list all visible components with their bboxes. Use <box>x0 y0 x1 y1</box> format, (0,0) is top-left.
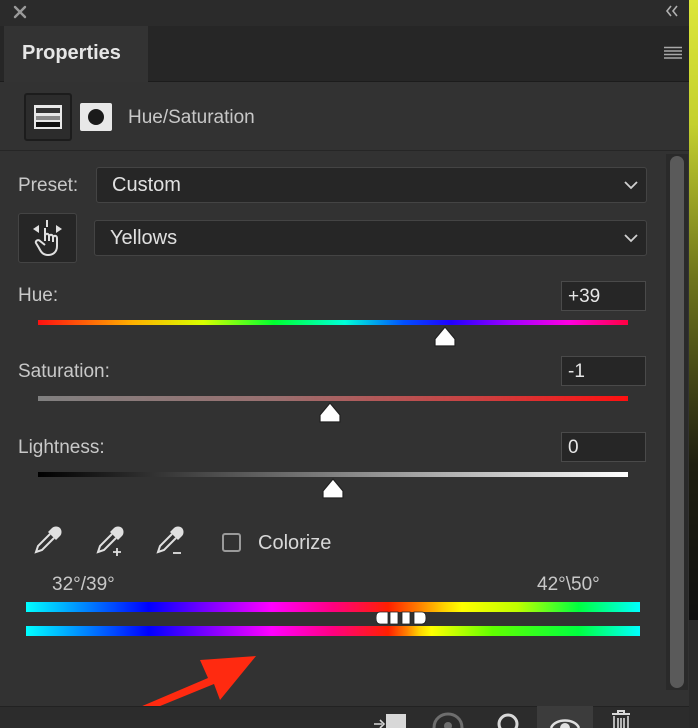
saturation-slider-thumb[interactable] <box>318 402 342 424</box>
preset-dropdown[interactable]: Custom <box>96 167 647 203</box>
scroll-thumb[interactable] <box>670 156 684 688</box>
saturation-label: Saturation: <box>18 361 110 382</box>
hamburger-menu-icon[interactable] <box>663 46 683 60</box>
toggle-visibility-button[interactable] <box>537 706 593 728</box>
channel-value: Yellows <box>110 227 178 249</box>
chevron-down-icon <box>624 181 638 190</box>
targeted-adjustment-button[interactable] <box>18 213 77 263</box>
canvas-edge <box>689 0 698 620</box>
range-right-value: 42°\50° <box>537 574 600 595</box>
saturation-input[interactable]: -1 <box>561 356 646 386</box>
input-color-bar <box>26 602 640 612</box>
preset-value: Custom <box>112 174 181 196</box>
hue-saturation-layer-icon[interactable] <box>24 93 72 141</box>
lightness-input[interactable]: 0 <box>561 432 646 462</box>
range-left-value: 32°/39° <box>52 574 115 595</box>
eyedropper-add-icon[interactable] <box>92 524 126 558</box>
reset-icon[interactable] <box>494 710 522 728</box>
hue-slider-thumb[interactable] <box>433 326 457 348</box>
adjustment-title: Hue/Saturation <box>128 107 255 128</box>
close-icon[interactable] <box>12 4 28 20</box>
hue-label: Hue: <box>18 285 59 306</box>
lightness-slider-thumb[interactable] <box>321 478 345 500</box>
eye-icon <box>549 719 581 728</box>
targeted-adjustment-hand-icon <box>33 220 62 256</box>
colorize-label: Colorize <box>258 532 332 554</box>
lightness-label: Lightness: <box>18 437 105 458</box>
trash-icon[interactable] <box>608 710 634 728</box>
scrollbar[interactable] <box>666 154 688 690</box>
output-color-bar <box>26 626 640 636</box>
preset-label: Preset: <box>18 175 79 196</box>
colorize-checkbox[interactable] <box>222 533 241 552</box>
saturation-slider-track[interactable] <box>38 396 628 401</box>
hue-slider-track[interactable] <box>38 320 628 325</box>
lightness-slider-track[interactable] <box>38 472 628 477</box>
eyedropper-subtract-icon[interactable] <box>152 524 186 558</box>
chevron-down-icon <box>624 234 638 243</box>
layer-mask-icon[interactable] <box>80 103 112 131</box>
header-divider <box>0 150 689 151</box>
double-chevron-icon[interactable] <box>664 4 680 18</box>
view-previous-state-icon[interactable] <box>428 710 468 728</box>
channel-dropdown[interactable]: Yellows <box>94 220 647 256</box>
tab-properties[interactable]: Properties <box>4 26 148 82</box>
eyedropper-icon[interactable] <box>30 524 64 558</box>
hue-input[interactable]: +39 <box>561 281 646 311</box>
tab-bar: Properties <box>0 26 689 82</box>
panel-top-bar <box>0 0 698 26</box>
clip-to-layer-icon[interactable] <box>372 710 408 728</box>
color-range-slider[interactable] <box>376 610 430 626</box>
